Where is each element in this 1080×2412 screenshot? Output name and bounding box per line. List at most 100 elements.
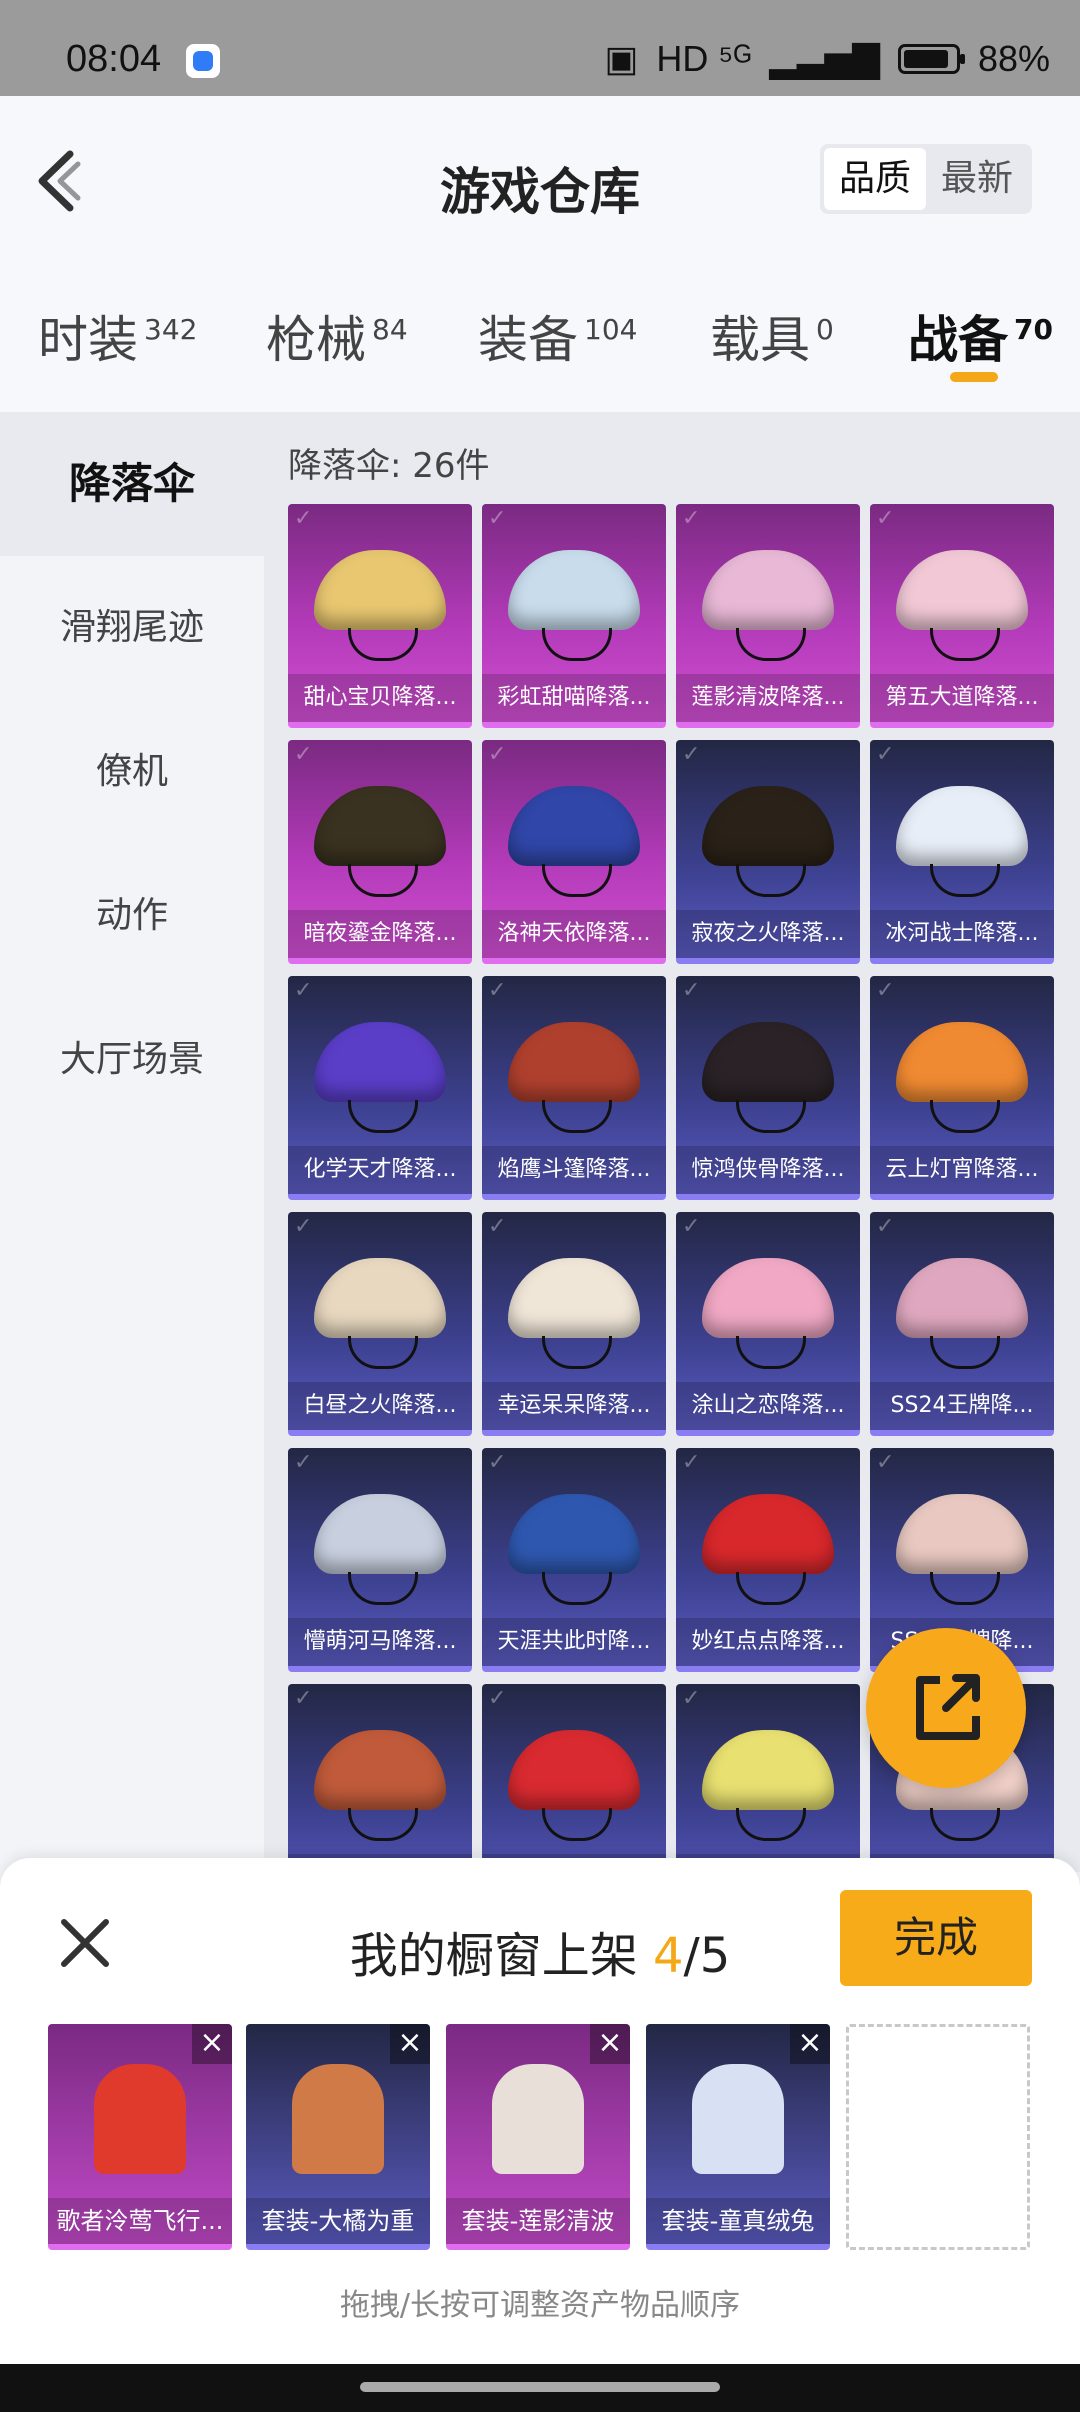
parachute-item[interactable]: ✓ 懵萌河马降落... <box>288 1448 472 1672</box>
item-label: 惊鸿侠骨降落... <box>676 1146 860 1194</box>
status-bar: 08:04 ▣ HD ⁵ᴳ ▂▃▅▇ 88% <box>0 0 1080 96</box>
check-icon: ✓ <box>488 978 507 1003</box>
check-icon: ✓ <box>876 978 895 1003</box>
parachute-image <box>508 1022 640 1102</box>
parachute-item[interactable]: ✓ 妙红点点降落... <box>676 1448 860 1672</box>
showcase-title-text: 我的橱窗上架 <box>349 1928 653 1984</box>
check-icon: ✓ <box>294 1686 313 1711</box>
parachute-item[interactable]: ✓ 幸运呆呆降落... <box>482 1212 666 1436</box>
parachute-image <box>508 786 640 866</box>
parachute-item[interactable]: ✓ 寂夜之火降落... <box>676 740 860 964</box>
check-icon: ✓ <box>488 742 507 767</box>
parachute-image <box>896 1258 1028 1338</box>
sort-quality[interactable]: 品质 <box>824 148 926 210</box>
done-button[interactable]: 完成 <box>840 1890 1032 1986</box>
parachute-image <box>702 1258 834 1338</box>
item-label: 白昼之火降落... <box>288 1382 472 1430</box>
remove-icon[interactable]: × <box>192 2024 232 2064</box>
tab-supplies[interactable]: 战备 70 <box>908 300 1053 372</box>
sort-toggle: 品质 最新 <box>820 144 1032 214</box>
parachute-item[interactable]: ✓ 冰河战士降落... <box>870 740 1054 964</box>
parachute-image <box>896 550 1028 630</box>
check-icon: ✓ <box>294 978 313 1003</box>
parachute-item[interactable]: ✓ 云上灯宵降落... <box>870 976 1054 1200</box>
remove-icon[interactable]: × <box>390 2024 430 2064</box>
showcase-slot[interactable]: × 套装-莲影清波 <box>446 2024 630 2250</box>
item-label: 幸运呆呆降落... <box>482 1382 666 1430</box>
showcase-slot[interactable]: × 歌者泠莺飞行... <box>48 2024 232 2250</box>
parachute-item[interactable]: ✓ 白昼之火降落... <box>288 1212 472 1436</box>
item-label: 云上灯宵降落... <box>870 1146 1054 1194</box>
sidebar-item-glide-trail[interactable]: 滑翔尾迹 <box>0 556 264 700</box>
share-button[interactable] <box>866 1628 1026 1788</box>
tab-equipment[interactable]: 装备 104 <box>478 300 637 372</box>
sidebar-item-emote[interactable]: 动作 <box>0 844 264 988</box>
remove-icon[interactable]: × <box>590 2024 630 2064</box>
item-image <box>692 2064 784 2174</box>
item-label: 第五大道降落... <box>870 674 1054 722</box>
check-icon: ✓ <box>682 506 701 531</box>
status-icons: ▣ HD ⁵ᴳ ▂▃▅▇ 88% <box>604 38 1050 80</box>
parachute-lines <box>348 1572 418 1605</box>
check-icon: ✓ <box>294 506 313 531</box>
item-label: 懵萌河马降落... <box>288 1618 472 1666</box>
check-icon: ✓ <box>876 506 895 531</box>
parachute-lines <box>348 1100 418 1133</box>
parachute-item[interactable]: ✓ 天涯共此时降... <box>482 1448 666 1672</box>
check-icon: ✓ <box>488 1686 507 1711</box>
check-icon: ✓ <box>682 1686 701 1711</box>
parachute-lines <box>542 1808 612 1841</box>
tab-vehicles[interactable]: 载具 0 <box>710 300 834 372</box>
check-icon: ✓ <box>682 1450 701 1475</box>
parachute-item[interactable]: ✓ 第五大道降落... <box>870 504 1054 728</box>
parachute-item[interactable]: ✓ 惊鸿侠骨降落... <box>676 976 860 1200</box>
sidebar-item-lobby-scene[interactable]: 大厅场景 <box>0 988 264 1132</box>
tab-fashion[interactable]: 时装 342 <box>38 300 197 372</box>
parachute-item[interactable]: ✓ <box>288 1684 472 1872</box>
parachute-item[interactable]: ✓ 焰鹰斗篷降落... <box>482 976 666 1200</box>
parachute-item[interactable]: ✓ 甜心宝贝降落... <box>288 504 472 728</box>
parachute-image <box>896 786 1028 866</box>
parachute-item[interactable]: ✓ SS24王牌降... <box>870 1212 1054 1436</box>
parachute-lines <box>930 1808 1000 1841</box>
parachute-image <box>314 1494 446 1574</box>
showcase-slot[interactable]: × 套装-大橘为重 <box>246 2024 430 2250</box>
item-label: SS24王牌降... <box>870 1382 1054 1430</box>
parachute-item[interactable]: ✓ 涂山之恋降落... <box>676 1212 860 1436</box>
status-time: 08:04 <box>66 38 162 80</box>
parachute-item[interactable]: ✓ <box>676 1684 860 1872</box>
check-icon: ✓ <box>488 506 507 531</box>
slot-label: 歌者泠莺飞行... <box>48 2198 232 2244</box>
item-label: 化学天才降落... <box>288 1146 472 1194</box>
sidebar-item-parachute[interactable]: 降落伞 <box>0 412 264 556</box>
parachute-item[interactable]: ✓ 洛神天依降落... <box>482 740 666 964</box>
parachute-lines <box>542 864 612 897</box>
item-label: 莲影清波降落... <box>676 674 860 722</box>
parachute-lines <box>348 1336 418 1369</box>
parachute-lines <box>930 1572 1000 1605</box>
item-label: 甜心宝贝降落... <box>288 674 472 722</box>
tab-count: 84 <box>372 313 408 347</box>
parachute-lines <box>542 1100 612 1133</box>
parachute-item[interactable]: ✓ 莲影清波降落... <box>676 504 860 728</box>
parachute-lines <box>348 628 418 661</box>
showcase-slot[interactable]: × 套装-童真绒兔 <box>646 2024 830 2250</box>
parachute-item[interactable]: ✓ <box>482 1684 666 1872</box>
parachute-lines <box>736 1336 806 1369</box>
check-icon: ✓ <box>682 742 701 767</box>
parachute-image <box>508 550 640 630</box>
slot-label: 套装-莲影清波 <box>446 2198 630 2244</box>
parachute-image <box>314 1022 446 1102</box>
showcase-current-count: 4 <box>653 1928 684 1984</box>
tab-guns[interactable]: 枪械 84 <box>266 300 408 372</box>
remove-icon[interactable]: × <box>790 2024 830 2064</box>
parachute-lines <box>736 1100 806 1133</box>
check-icon: ✓ <box>488 1214 507 1239</box>
parachute-item[interactable]: ✓ 化学天才降落... <box>288 976 472 1200</box>
parachute-item[interactable]: ✓ 暗夜鎏金降落... <box>288 740 472 964</box>
empty-showcase-slot[interactable] <box>846 2024 1030 2250</box>
sidebar-item-wingman[interactable]: 僚机 <box>0 700 264 844</box>
home-indicator[interactable] <box>360 2382 720 2392</box>
parachute-item[interactable]: ✓ 彩虹甜喵降落... <box>482 504 666 728</box>
sort-newest[interactable]: 最新 <box>926 148 1028 210</box>
